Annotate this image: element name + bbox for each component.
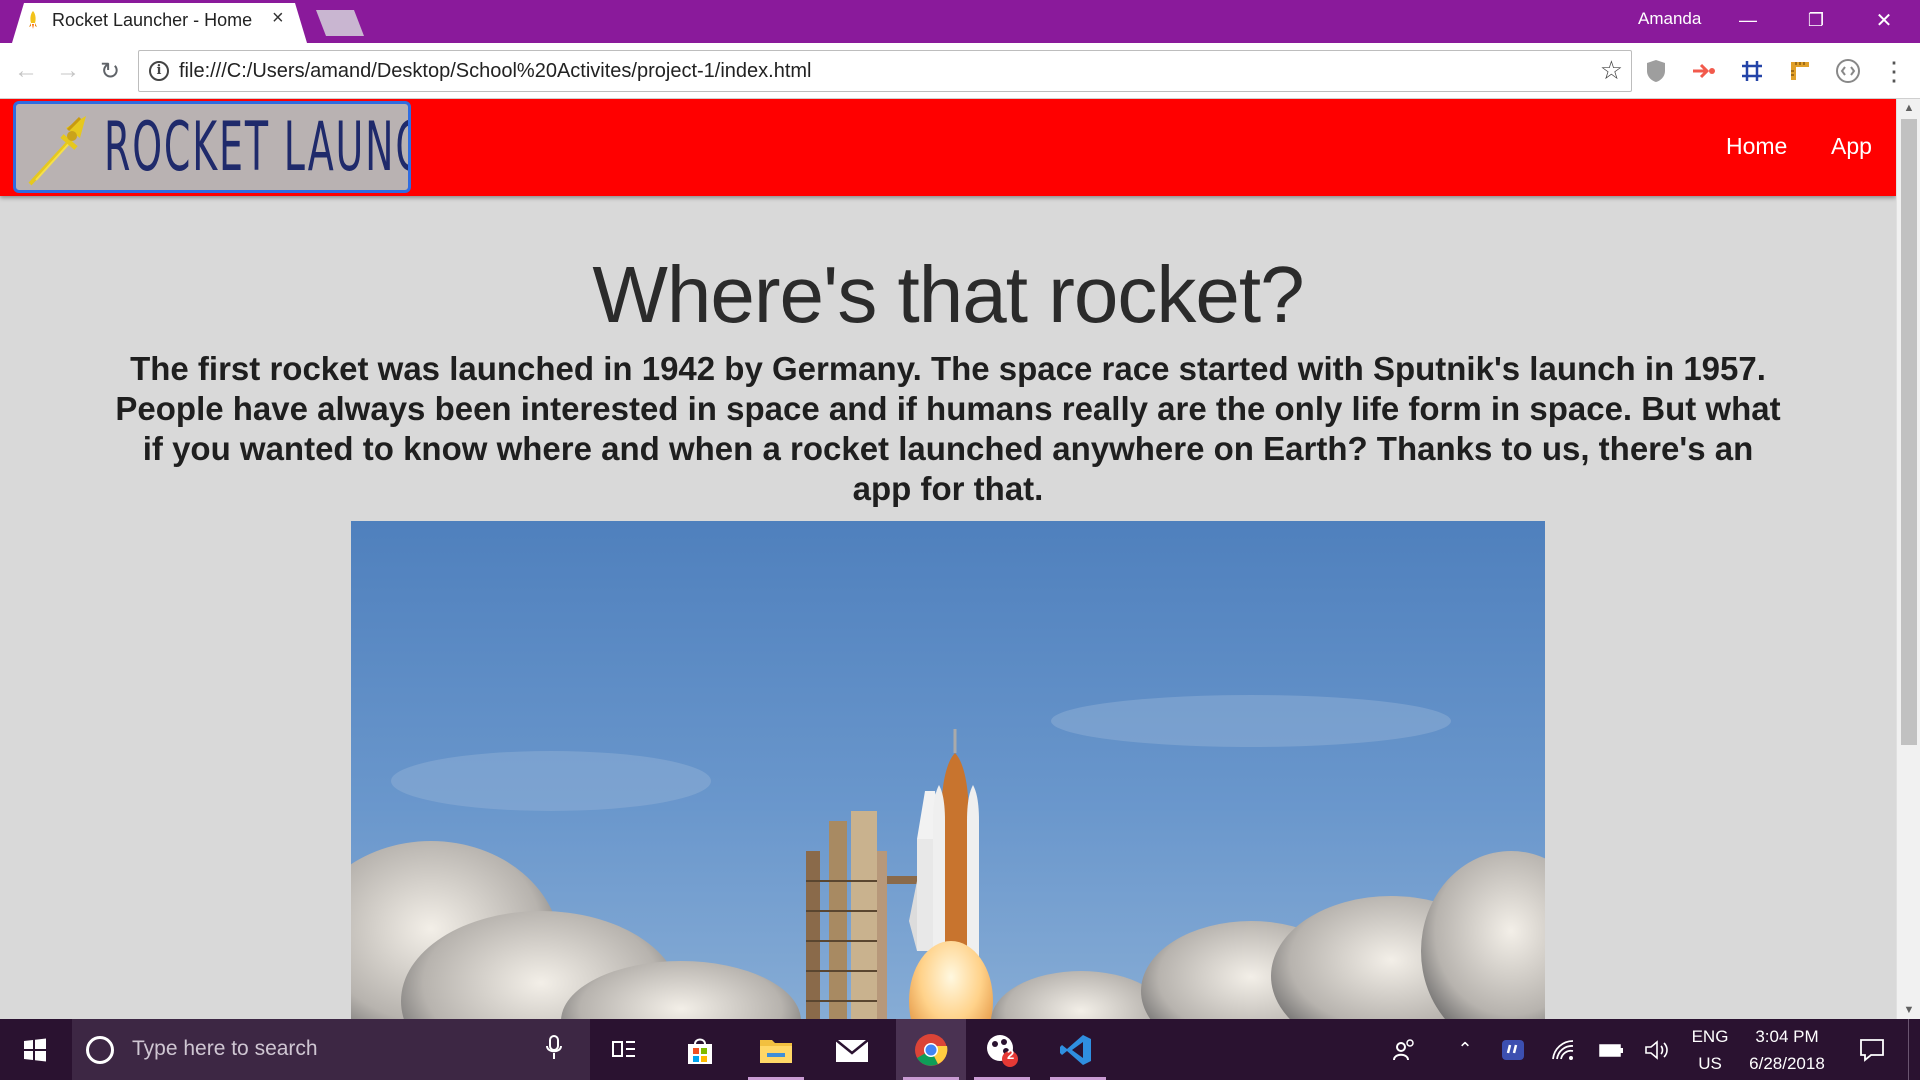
microphone-icon[interactable] (546, 1035, 562, 1061)
close-window-icon[interactable]: ✕ (1854, 0, 1914, 40)
nav-link-home[interactable]: Home (1726, 133, 1787, 160)
nav-link-app[interactable]: App (1831, 133, 1872, 160)
task-view-icon[interactable] (600, 1019, 648, 1080)
rocket-launch-image (351, 521, 1545, 1019)
rocket-logo-icon (28, 116, 86, 186)
scroll-down-arrow-icon[interactable]: ▼ (1897, 1001, 1920, 1019)
windows-taskbar: Type here to search 2 ⌃ ENG US 3:04 PM 6… (0, 1019, 1920, 1080)
people-icon[interactable] (1388, 1019, 1422, 1080)
intro-paragraph: The first rocket was launched in 1942 by… (115, 350, 1781, 507)
cortana-circle-icon (86, 1036, 114, 1064)
url-text[interactable]: file:///C:/Users/amand/Desktop/School%20… (179, 60, 812, 83)
wifi-icon[interactable] (1548, 1019, 1578, 1080)
chrome-icon[interactable] (896, 1019, 966, 1080)
more-menu-icon[interactable]: ⋮ (1878, 55, 1910, 87)
tab-close-icon[interactable]: × (272, 8, 284, 28)
restore-icon[interactable]: ❐ (1786, 0, 1846, 40)
site-navbar: ROCKET LAUNCHER Home App (0, 99, 1896, 196)
minimize-icon[interactable]: — (1718, 0, 1778, 40)
show-desktop-divider[interactable] (1908, 1019, 1909, 1080)
chevron-up-icon[interactable]: ⌃ (1450, 1019, 1480, 1080)
tab-title: Rocket Launcher - Home (52, 10, 253, 30)
start-windows-icon[interactable] (0, 1019, 70, 1080)
address-bar[interactable]: i file:///C:/Users/amand/Desktop/School%… (138, 50, 1632, 92)
code-circle-extension-icon[interactable] (1832, 55, 1864, 87)
search-placeholder: Type here to search (132, 1037, 318, 1060)
web-page: ROCKET LAUNCHER Home App Where's that ro… (0, 99, 1896, 1019)
back-arrow-icon[interactable]: ← (10, 55, 42, 87)
forward-arrow-icon[interactable]: → (52, 55, 84, 87)
reload-icon[interactable]: ↻ (94, 55, 126, 87)
new-tab-button[interactable] (316, 10, 364, 36)
action-center-icon[interactable] (1852, 1019, 1892, 1080)
file-explorer-icon[interactable] (746, 1019, 806, 1080)
redirect-extension-icon[interactable] (1688, 55, 1720, 87)
page-headline: Where's that rocket? (592, 250, 1304, 339)
scrollbar-thumb[interactable] (1901, 119, 1917, 745)
browser-toolbar: ← → ↻ i file:///C:/Users/amand/Desktop/S… (0, 43, 1920, 99)
site-info-icon[interactable]: i (149, 61, 169, 81)
browser-title-bar: Rocket Launcher - Home × Amanda — ❐ ✕ (0, 0, 1920, 43)
taskbar-search-box[interactable]: Type here to search (72, 1019, 590, 1080)
region-indicator[interactable]: US (1686, 1054, 1734, 1074)
notification-badge-count: 2 (1007, 1047, 1015, 1062)
logo-text: ROCKET LAUNCHER (104, 108, 408, 187)
bookmark-star-icon[interactable]: ☆ (1600, 57, 1623, 83)
scroll-up-arrow-icon[interactable]: ▲ (1897, 99, 1920, 117)
volume-icon[interactable] (1642, 1019, 1672, 1080)
language-indicator[interactable]: ENG (1686, 1027, 1734, 1047)
notification-app-icon[interactable]: 2 (970, 1019, 1034, 1080)
rocket-launcher-logo[interactable]: ROCKET LAUNCHER (13, 101, 411, 193)
page-scrollbar[interactable]: ▲ ▼ (1896, 99, 1920, 1019)
shield-extension-icon[interactable] (1640, 55, 1672, 87)
mail-icon[interactable] (822, 1019, 882, 1080)
profile-name[interactable]: Amanda (1638, 9, 1701, 29)
clock-date[interactable]: 6/28/2018 (1740, 1054, 1834, 1074)
quote-app-tray-icon[interactable] (1498, 1019, 1528, 1080)
rocket-favicon-icon (29, 11, 37, 29)
battery-icon[interactable] (1596, 1019, 1626, 1080)
microsoft-store-icon[interactable] (670, 1019, 730, 1080)
frame-grid-extension-icon[interactable] (1736, 55, 1768, 87)
clock-time[interactable]: 3:04 PM (1740, 1027, 1834, 1047)
vscode-icon[interactable] (1046, 1019, 1106, 1080)
ruler-extension-icon[interactable] (1784, 55, 1816, 87)
